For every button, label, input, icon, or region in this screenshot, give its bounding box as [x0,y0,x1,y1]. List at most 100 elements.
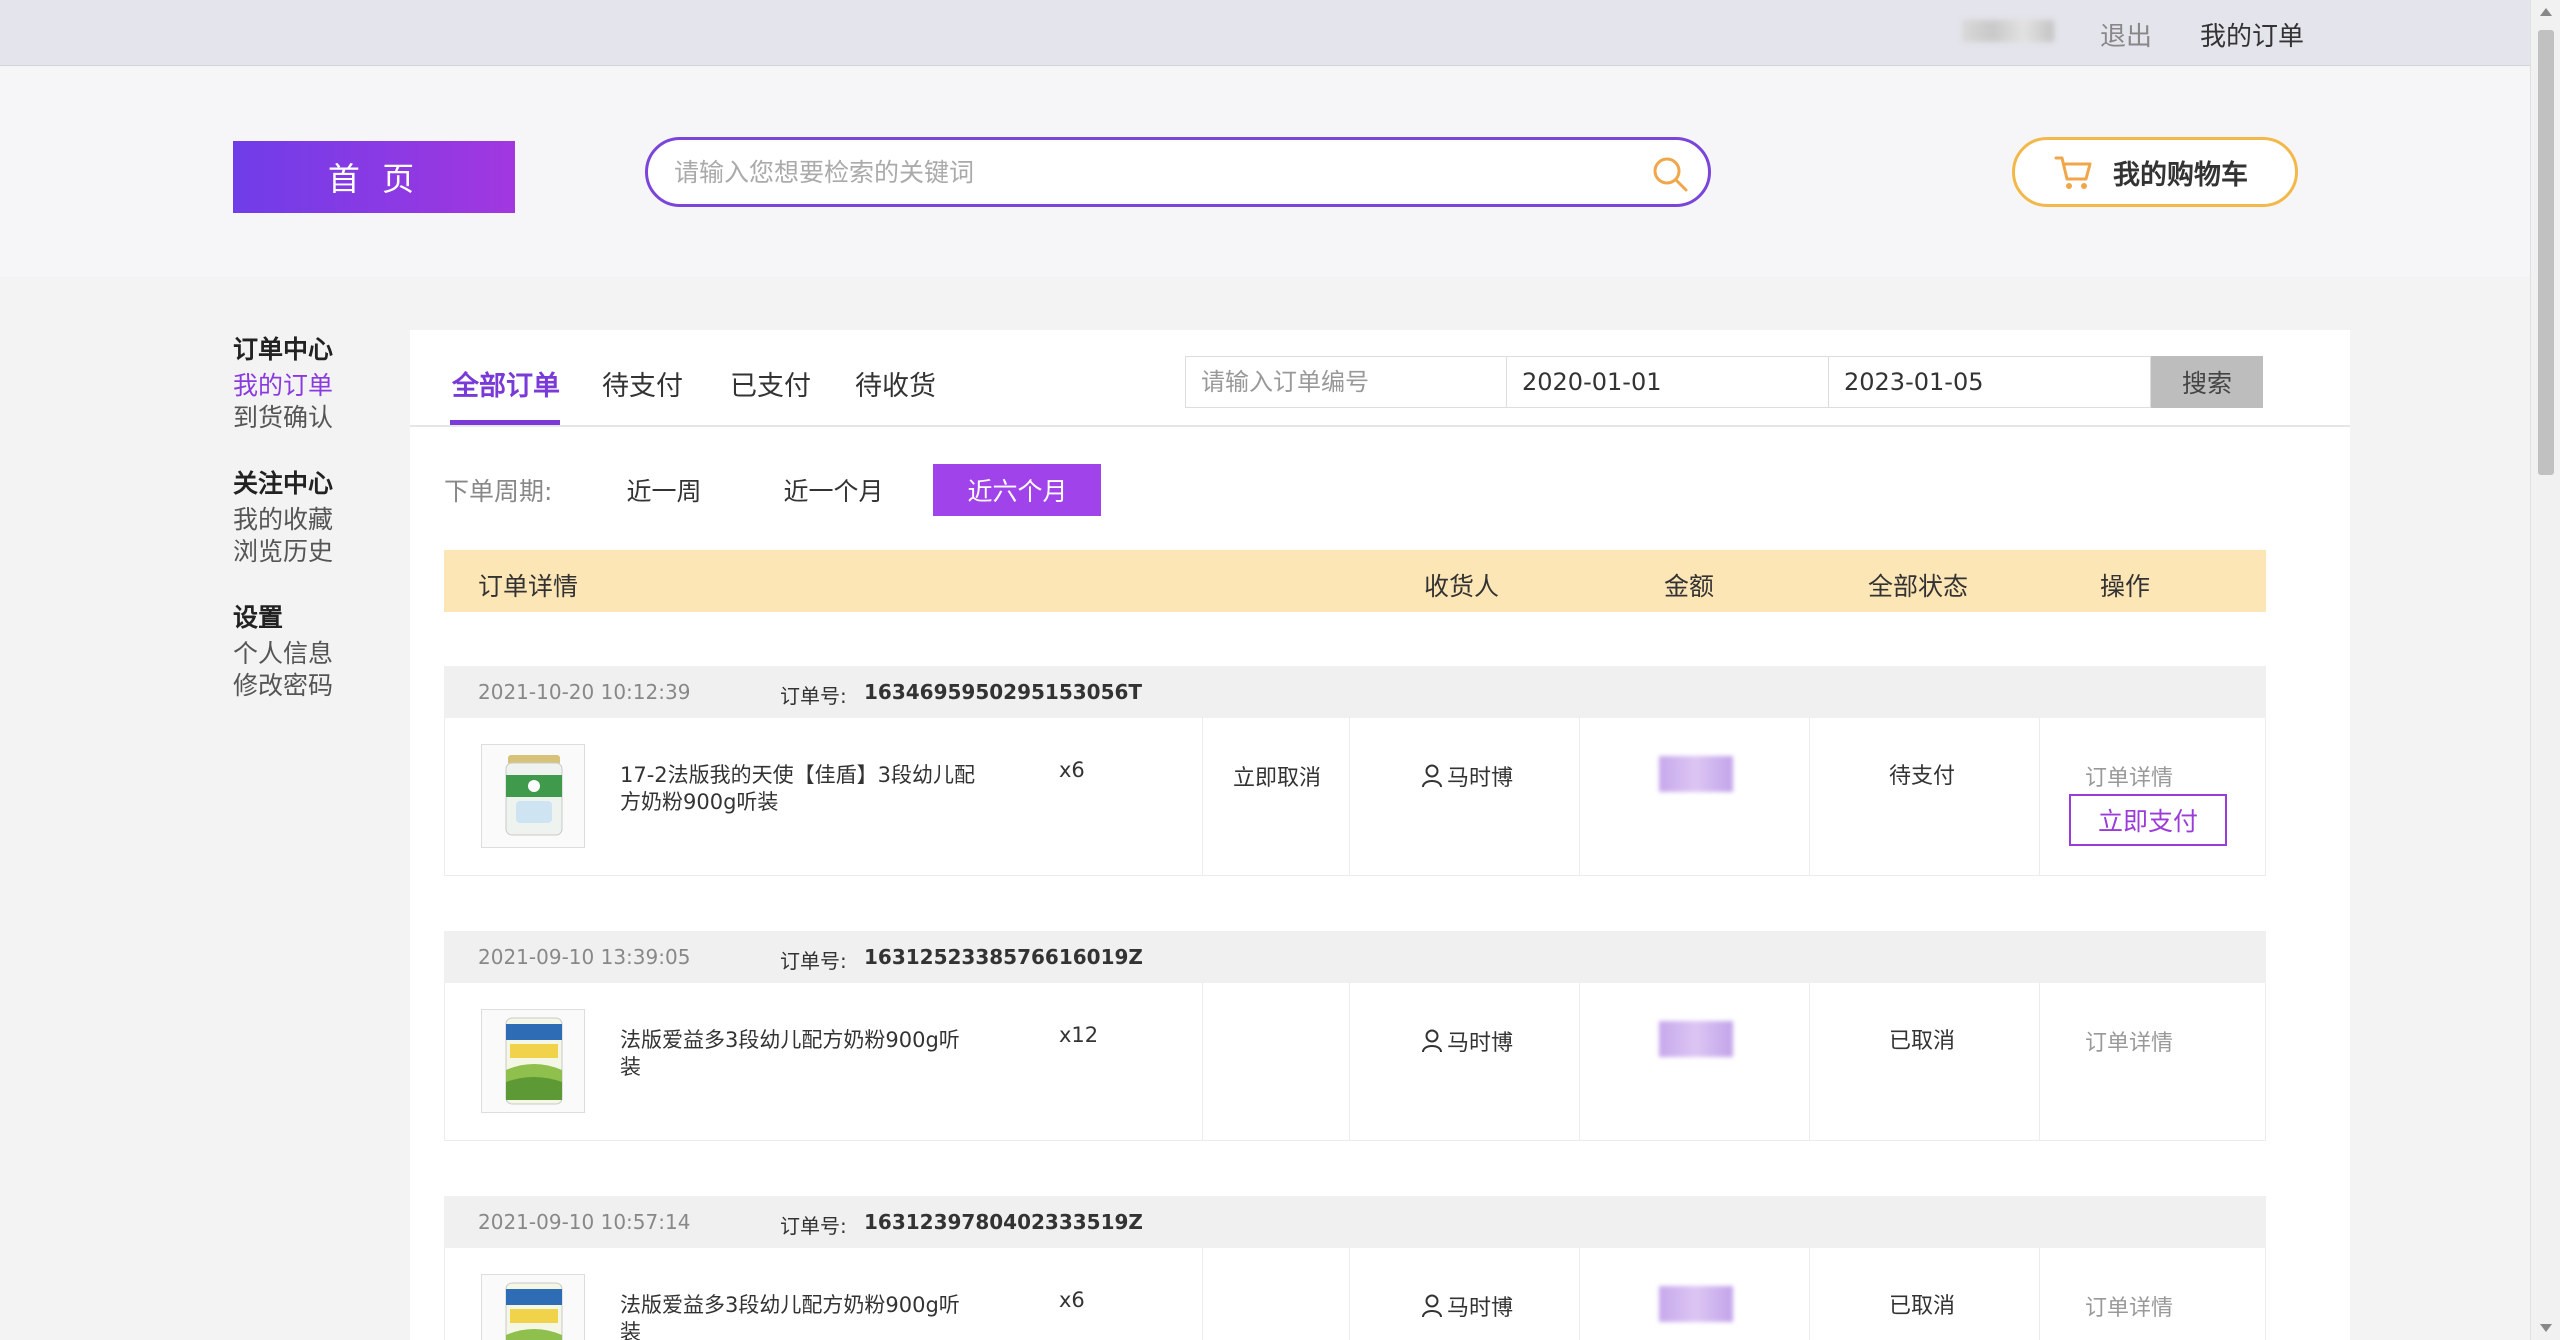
scroll-up-arrow-icon[interactable] [2540,8,2552,16]
product-quantity: x6 [1059,1288,1085,1312]
order-search-bar: 搜索 [1185,356,2263,408]
scrollbar-thumb[interactable] [2538,30,2554,475]
sidebar-group-title: 设置 [233,603,284,632]
order-number-label: 订单号: [780,1214,847,1238]
person-icon [1422,1294,1442,1318]
person-icon [1422,1029,1442,1053]
order-row-body: 法版爱益多3段幼儿配方奶粉900g听装 x6 马时博 已取消 订单详情 [444,1248,2266,1340]
order-number: 1634695950295153056T [864,680,1143,704]
header: 首 页 我的购物车 [0,67,2530,277]
col-receiver: 收货人 [1424,572,1500,601]
order-row-header: 2021-09-10 13:39:05 订单号: 163125233857661… [444,931,2266,983]
product-quantity: x6 [1059,758,1085,782]
order-row-body: 法版爱益多3段幼儿配方奶粉900g听装 x12 马时博 已取消 订单详情 [444,983,2266,1141]
order-status: 待支付 [1889,764,1956,789]
order-number-label: 订单号: [780,684,847,708]
cart-label: 我的购物车 [2113,159,2248,191]
order-number-input[interactable] [1185,356,1507,408]
order-date: 2021-09-10 10:57:14 [478,1210,691,1234]
milk-can-image [505,1017,563,1105]
search-input[interactable] [674,152,1634,192]
page-scrollbar[interactable] [2530,0,2560,1340]
order-number: 1631239780402333519Z [864,1210,1143,1234]
order-row: 2021-09-10 10:57:14 订单号: 163123978040233… [444,1196,2266,1340]
receiver: 马时博 [1421,760,1513,792]
person-icon [1422,764,1442,788]
sidebar-group-title: 订单中心 [233,335,334,364]
product-thumbnail[interactable] [481,1009,585,1113]
tab-pending-receipt[interactable]: 待收货 [855,364,936,403]
sidebar-section-follow-center: 关注中心 我的收藏 浏览历史 [233,464,383,568]
product-name[interactable]: 法版爱益多3段幼儿配方奶粉900g听装 [620,1027,980,1081]
order-number-label: 订单号: [780,949,847,973]
order-row-header: 2021-09-10 10:57:14 订单号: 163123978040233… [444,1196,2266,1248]
milk-can-image [505,755,563,836]
period-six-months[interactable]: 近六个月 [933,464,1102,516]
tab-pending-payment[interactable]: 待支付 [602,364,683,403]
col-status: 全部状态 [1868,572,1969,601]
orders-table-header: 订单详情 收货人 金额 全部状态 操作 [444,550,2266,612]
sidebar-item-change-password[interactable]: 修改密码 [233,670,383,702]
order-number: 1631252338576616019Z [864,945,1143,969]
receiver-name: 马时博 [1447,1296,1514,1321]
order-status: 已取消 [1889,1294,1956,1319]
period-label: 下单周期: [444,477,553,506]
period-one-month[interactable]: 近一个月 [749,464,917,516]
col-order-detail: 订单详情 [478,572,579,601]
order-row: 2021-10-20 10:12:39 订单号: 163469595029515… [444,666,2266,876]
receiver: 马时博 [1421,1025,1513,1057]
sidebar-item-history[interactable]: 浏览历史 [233,536,383,568]
order-date: 2021-10-20 10:12:39 [478,680,691,704]
product-quantity: x12 [1059,1023,1099,1047]
sidebar-item-profile[interactable]: 个人信息 [233,638,383,670]
scroll-down-arrow-icon[interactable] [2540,1324,2552,1332]
shopping-cart-icon [2054,156,2092,189]
milk-can-image [505,1282,563,1340]
sidebar: 订单中心 我的订单 到货确认 关注中心 我的收藏 浏览历史 设置 个人信息 修改… [233,330,383,732]
product-name[interactable]: 法版爱益多3段幼儿配方奶粉900g听装 [620,1292,980,1340]
orders-panel: 全部订单 待支付 已支付 待收货 搜索 下单周期: 近一周 近一个月 近六个月 … [410,330,2350,1340]
sidebar-item-my-orders[interactable]: 我的订单 [233,370,383,402]
product-thumbnail[interactable] [481,1274,585,1340]
order-period-filter: 下单周期: 近一周 近一个月 近六个月 [444,464,1102,516]
order-date: 2021-09-10 13:39:05 [478,945,691,969]
end-date-input[interactable] [1829,356,2151,408]
col-actions: 操作 [2100,572,2151,601]
my-orders-link[interactable]: 我的订单 [2200,16,2304,53]
start-date-input[interactable] [1507,356,1829,408]
sidebar-section-settings: 设置 个人信息 修改密码 [233,598,383,702]
product-name[interactable]: 17-2法版我的天使【佳盾】3段幼儿配方奶粉900g听装 [620,762,980,816]
search-icon[interactable] [1650,154,1690,194]
order-search-button[interactable]: 搜索 [2151,356,2263,408]
username-blurred [1962,20,2054,42]
order-detail-link[interactable]: 订单详情 [2085,760,2173,792]
tab-all-orders[interactable]: 全部订单 [452,364,560,403]
order-row-body: 17-2法版我的天使【佳盾】3段幼儿配方奶粉900g听装 x6 立即取消 马时博… [444,718,2266,876]
receiver-name: 马时博 [1447,766,1514,791]
period-one-week[interactable]: 近一周 [592,464,735,516]
order-detail-link[interactable]: 订单详情 [2085,1290,2173,1322]
active-tab-indicator [450,420,560,425]
amount-blurred [1659,1021,1733,1057]
cart-button[interactable]: 我的购物车 [2012,137,2298,207]
sidebar-item-arrival-confirm[interactable]: 到货确认 [233,402,383,434]
order-detail-link[interactable]: 订单详情 [2085,1025,2173,1057]
receiver: 马时博 [1421,1290,1513,1322]
amount-blurred [1659,1286,1733,1322]
pay-now-button[interactable]: 立即支付 [2069,794,2227,846]
sidebar-group-title: 关注中心 [233,469,334,498]
logout-link[interactable]: 退出 [2100,16,2152,53]
home-button[interactable]: 首 页 [233,141,515,213]
order-tabs: 全部订单 待支付 已支付 待收货 搜索 [410,330,2350,427]
order-status: 已取消 [1889,1029,1956,1054]
search-box [645,137,1711,207]
cancel-order-link[interactable]: 立即取消 [1233,760,1321,792]
product-thumbnail[interactable] [481,744,585,848]
sidebar-item-favorites[interactable]: 我的收藏 [233,504,383,536]
col-amount: 金额 [1664,572,1715,601]
order-row-header: 2021-10-20 10:12:39 订单号: 163469595029515… [444,666,2266,718]
top-bar: 退出 我的订单 [0,0,2560,66]
receiver-name: 马时博 [1447,1031,1514,1056]
tab-paid[interactable]: 已支付 [730,364,811,403]
order-row: 2021-09-10 13:39:05 订单号: 163125233857661… [444,931,2266,1141]
